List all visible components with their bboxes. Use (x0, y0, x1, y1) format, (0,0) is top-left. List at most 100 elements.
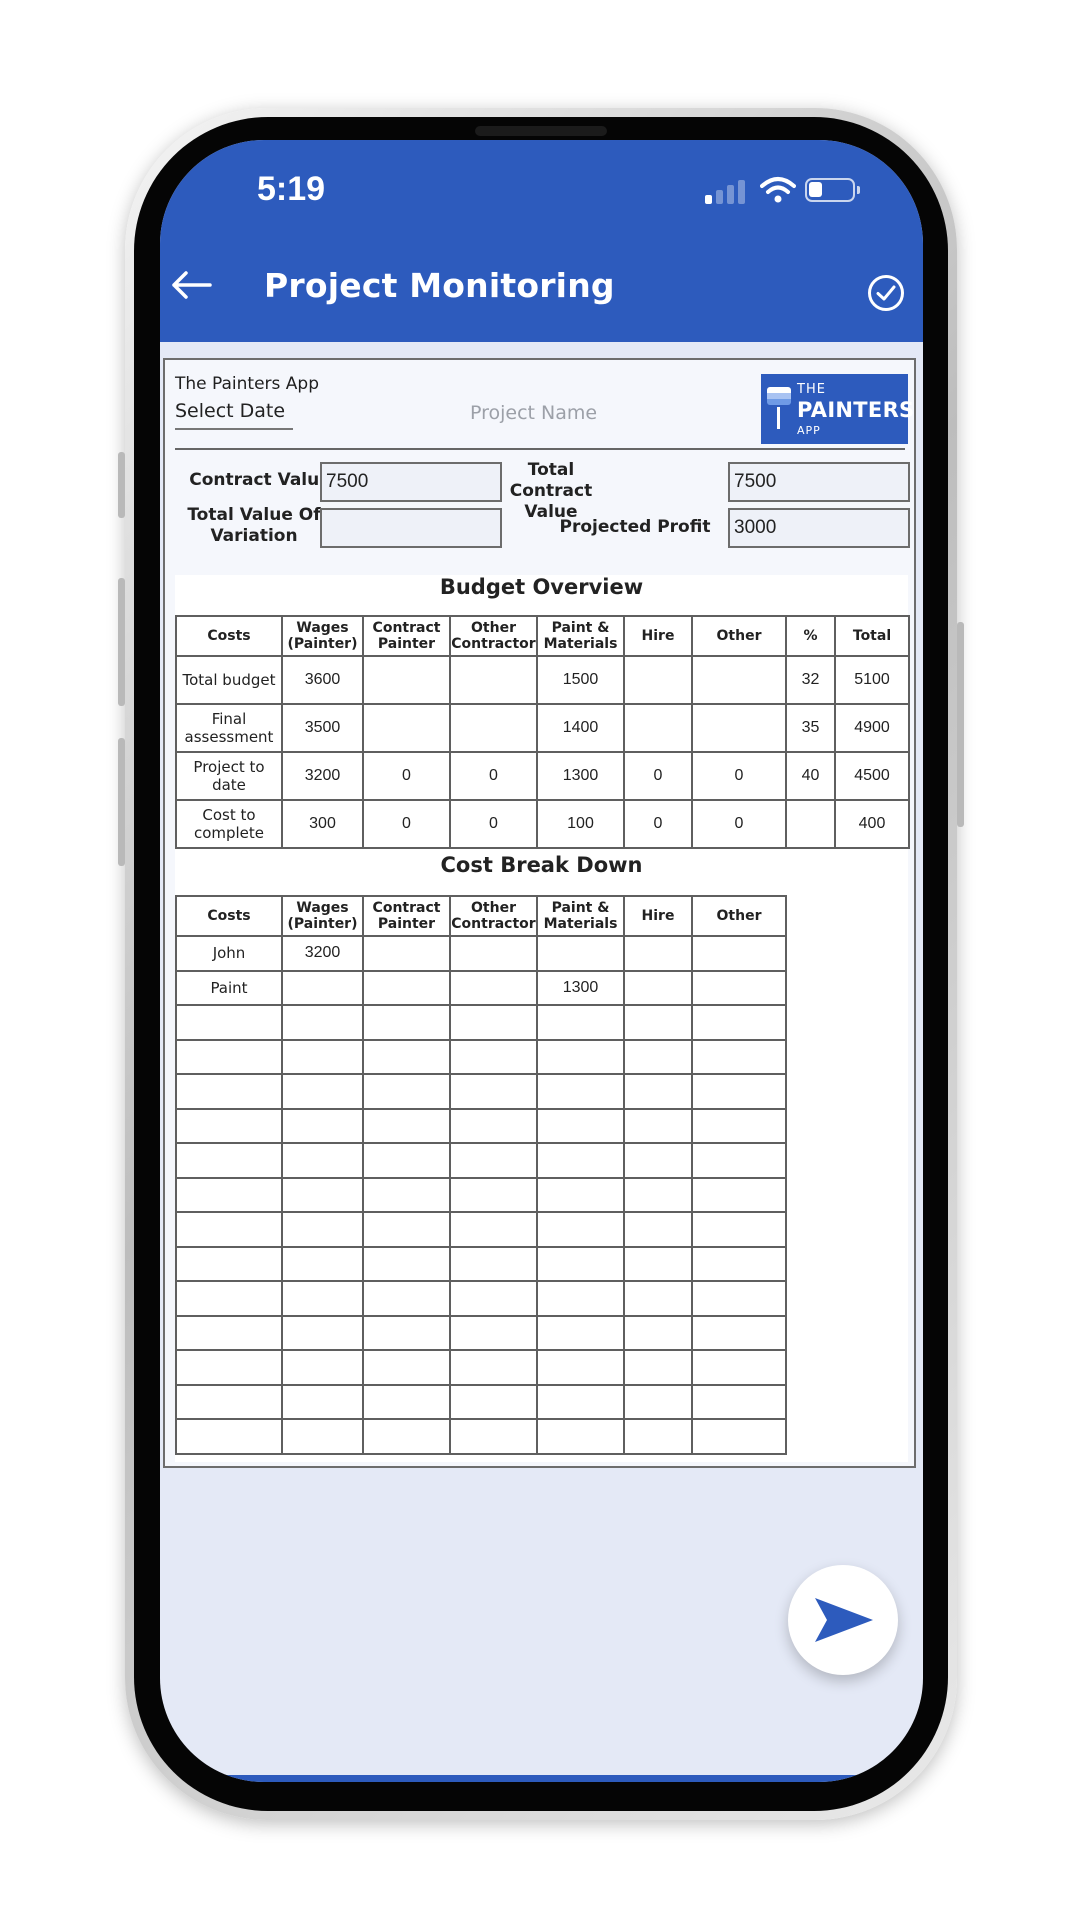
table-cell[interactable] (362, 1280, 451, 1317)
table-cell[interactable] (362, 1038, 451, 1075)
table-cell[interactable] (281, 1383, 364, 1420)
table-cell[interactable] (623, 703, 693, 753)
table-cell[interactable] (623, 1211, 693, 1248)
table-cell[interactable]: 40 (785, 751, 836, 801)
table-cell[interactable] (362, 655, 451, 705)
table-cell[interactable] (362, 1349, 451, 1386)
table-cell[interactable]: 35 (785, 703, 836, 753)
total-contract-value-input[interactable]: 7500 (728, 462, 910, 502)
table-cell[interactable] (536, 935, 625, 972)
row-label-cell[interactable]: Paint (175, 969, 283, 1006)
table-cell[interactable]: 3600 (281, 655, 364, 705)
table-cell[interactable] (281, 1176, 364, 1213)
table-cell[interactable]: 400 (834, 799, 910, 849)
table-cell[interactable] (449, 1038, 538, 1075)
send-button[interactable] (788, 1565, 898, 1675)
table-cell[interactable] (281, 1142, 364, 1179)
table-cell[interactable] (691, 1418, 787, 1455)
table-cell[interactable]: 4900 (834, 703, 910, 753)
table-cell[interactable]: 0 (691, 799, 787, 849)
table-cell[interactable] (362, 1142, 451, 1179)
table-cell[interactable] (281, 1349, 364, 1386)
total-value-of-variation-input[interactable] (320, 508, 502, 548)
contract-value-input[interactable]: 7500 (320, 462, 502, 502)
table-cell[interactable] (691, 1314, 787, 1351)
table-cell[interactable] (281, 1211, 364, 1248)
table-cell[interactable] (691, 1038, 787, 1075)
table-cell[interactable] (691, 1383, 787, 1420)
table-cell[interactable] (536, 1383, 625, 1420)
table-cell[interactable] (623, 1280, 693, 1317)
table-cell[interactable] (691, 1073, 787, 1110)
table-cell[interactable] (623, 935, 693, 972)
table-cell[interactable] (449, 1142, 538, 1179)
table-cell[interactable]: 3200 (281, 935, 364, 972)
table-cell[interactable] (623, 655, 693, 705)
table-cell[interactable]: 1300 (536, 969, 625, 1006)
table-cell[interactable] (785, 799, 836, 849)
table-cell[interactable] (623, 1245, 693, 1282)
table-cell[interactable] (449, 1107, 538, 1144)
table-cell[interactable] (362, 935, 451, 972)
table-cell[interactable] (449, 1418, 538, 1455)
row-label-cell[interactable] (175, 1038, 283, 1075)
table-cell[interactable] (281, 1038, 364, 1075)
table-cell[interactable] (691, 1349, 787, 1386)
table-cell[interactable]: 1400 (536, 703, 625, 753)
table-cell[interactable] (449, 935, 538, 972)
table-cell[interactable] (362, 703, 451, 753)
table-cell[interactable] (536, 1176, 625, 1213)
table-cell[interactable] (536, 1107, 625, 1144)
table-cell[interactable]: 1500 (536, 655, 625, 705)
table-cell[interactable] (449, 703, 538, 753)
row-label-cell[interactable] (175, 1314, 283, 1351)
table-cell[interactable] (623, 1176, 693, 1213)
table-cell[interactable] (362, 1073, 451, 1110)
table-cell[interactable] (449, 1280, 538, 1317)
table-cell[interactable] (362, 1383, 451, 1420)
row-label-cell[interactable] (175, 1211, 283, 1248)
table-cell[interactable] (623, 1349, 693, 1386)
table-cell[interactable] (536, 1073, 625, 1110)
table-cell[interactable] (281, 1314, 364, 1351)
table-cell[interactable]: 3500 (281, 703, 364, 753)
table-cell[interactable] (449, 1004, 538, 1041)
table-cell[interactable] (362, 969, 451, 1006)
table-cell[interactable]: 4500 (834, 751, 910, 801)
row-label-cell[interactable]: Cost to complete (175, 799, 283, 849)
row-label-cell[interactable] (175, 1004, 283, 1041)
row-label-cell[interactable] (175, 1349, 283, 1386)
table-cell[interactable] (362, 1107, 451, 1144)
back-arrow-icon[interactable] (170, 270, 214, 300)
row-label-cell[interactable] (175, 1383, 283, 1420)
table-cell[interactable] (362, 1314, 451, 1351)
table-cell[interactable] (691, 703, 787, 753)
table-cell[interactable]: 0 (623, 799, 693, 849)
table-cell[interactable] (623, 1004, 693, 1041)
table-cell[interactable] (362, 1004, 451, 1041)
row-label-cell[interactable] (175, 1280, 283, 1317)
table-cell[interactable]: 5100 (834, 655, 910, 705)
table-cell[interactable]: 0 (449, 751, 538, 801)
check-circle-icon[interactable] (867, 274, 905, 312)
table-cell[interactable] (536, 1142, 625, 1179)
table-cell[interactable] (449, 1349, 538, 1386)
table-cell[interactable]: 0 (362, 751, 451, 801)
row-label-cell[interactable] (175, 1418, 283, 1455)
table-cell[interactable]: 300 (281, 799, 364, 849)
table-cell[interactable] (281, 1245, 364, 1282)
row-label-cell[interactable] (175, 1107, 283, 1144)
table-cell[interactable]: 100 (536, 799, 625, 849)
table-cell[interactable] (281, 969, 364, 1006)
table-cell[interactable] (691, 1211, 787, 1248)
table-cell[interactable] (536, 1418, 625, 1455)
table-cell[interactable] (691, 1176, 787, 1213)
table-cell[interactable] (623, 1073, 693, 1110)
table-cell[interactable] (691, 655, 787, 705)
table-cell[interactable] (536, 1314, 625, 1351)
table-cell[interactable] (691, 935, 787, 972)
table-cell[interactable]: 0 (623, 751, 693, 801)
table-cell[interactable]: 32 (785, 655, 836, 705)
table-cell[interactable] (623, 1383, 693, 1420)
table-cell[interactable] (362, 1176, 451, 1213)
